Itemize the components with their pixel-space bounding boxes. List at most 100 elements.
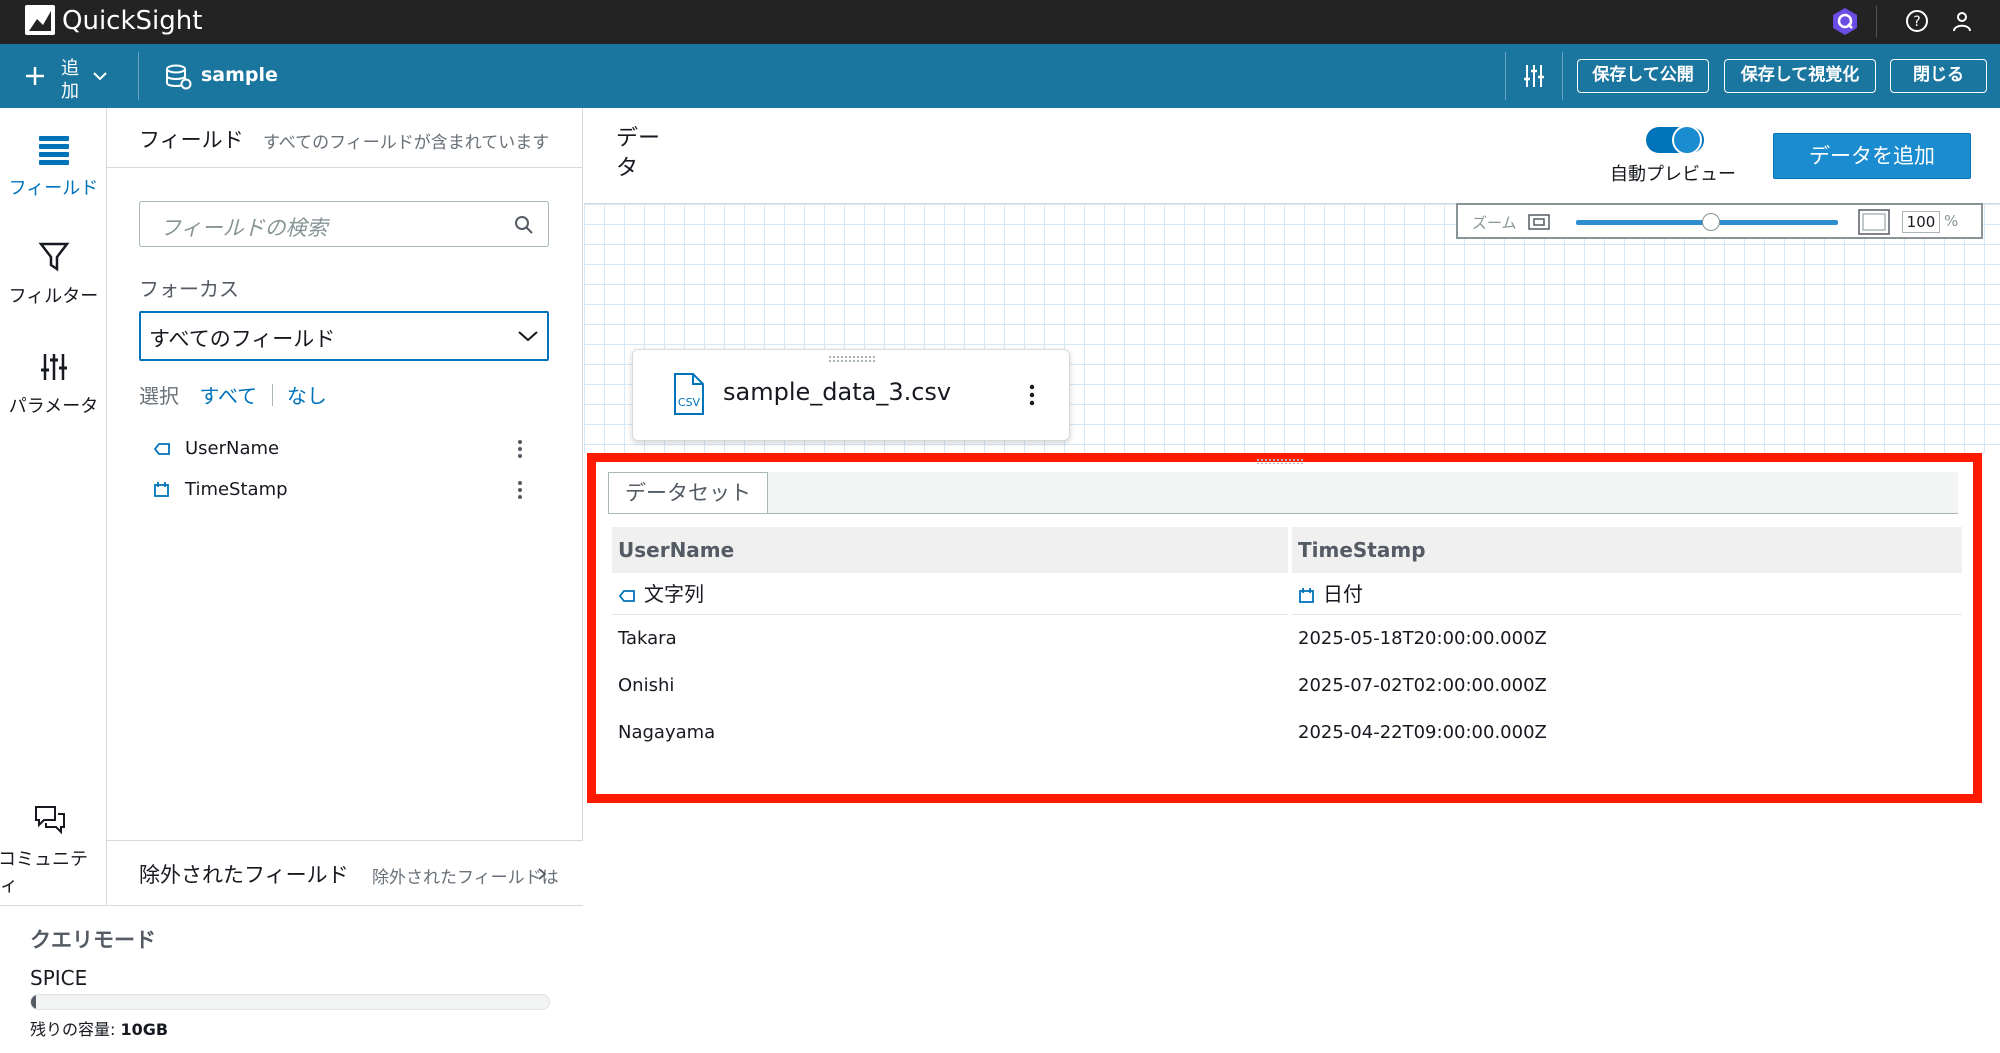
save-and-publish-button[interactable]: 保存して公開 xyxy=(1577,59,1709,93)
quicksight-logo-icon xyxy=(25,5,55,35)
field-row-username[interactable]: UserName xyxy=(147,433,547,467)
add-data-button[interactable]: データを追加 xyxy=(1773,133,1971,179)
auto-preview-toggle[interactable] xyxy=(1646,125,1704,155)
field-name: TimeStamp xyxy=(185,479,288,500)
editor-toolbar: 追 加 sample 保存して公開 保存して視覚化 閉じる xyxy=(0,44,2000,108)
query-mode-value: SPICE xyxy=(30,966,88,990)
fields-subtitle: すべてのフィールドが含まれています xyxy=(263,133,550,153)
zoom-out-icon[interactable] xyxy=(1528,214,1550,230)
date-type-icon xyxy=(154,482,169,497)
q-assistant-icon[interactable] xyxy=(1830,6,1860,40)
filter-icon xyxy=(37,242,70,272)
data-source-name: sample_data_3.csv xyxy=(723,378,952,406)
tab-strip xyxy=(768,472,1958,513)
column-type[interactable]: 文字列 xyxy=(612,573,1288,615)
plus-icon xyxy=(26,67,44,85)
search-icon xyxy=(515,216,533,234)
chevron-down-icon xyxy=(518,331,538,342)
fields-title: フィールド xyxy=(139,128,244,152)
close-button[interactable]: 閉じる xyxy=(1890,59,1987,93)
settings-sliders-icon[interactable] xyxy=(1522,63,1546,89)
zoom-slider-handle[interactable] xyxy=(1702,213,1720,231)
field-row-timestamp[interactable]: TimeStamp xyxy=(147,474,547,508)
field-search-input[interactable]: フィールドの検索 xyxy=(139,201,549,247)
rail-item-parameters[interactable]: パラメータ xyxy=(0,350,107,418)
rail-label-community: コミュニテ xyxy=(0,849,88,870)
chevron-down-icon xyxy=(93,72,107,81)
capacity-value: 10GB xyxy=(120,1020,169,1039)
select-links: 選択 すべて なし xyxy=(139,380,327,408)
excluded-fields-section[interactable]: 除外されたフィールド 除外されたフィールドは xyxy=(107,840,583,906)
focus-label: フォーカス xyxy=(139,277,239,301)
table-cell: 2025-07-02T02:00:00.000Z xyxy=(1298,675,1547,696)
query-mode-panel: クエリモード SPICE 残りの容量: 10GB xyxy=(0,905,583,1053)
capacity-bar xyxy=(30,994,550,1010)
parameters-icon xyxy=(40,354,67,380)
select-all-link[interactable]: すべて xyxy=(199,380,257,409)
tab-divider xyxy=(608,513,1958,514)
query-mode-title: クエリモード xyxy=(30,928,156,952)
select-none-link[interactable]: なし xyxy=(287,380,327,409)
field-name: UserName xyxy=(185,438,280,459)
add-label-2: 加 xyxy=(61,81,79,102)
table-cell: 2025-04-22T09:00:00.000Z xyxy=(1298,722,1547,743)
zoom-label: ズーム xyxy=(1472,214,1517,232)
app-title: QuickSight xyxy=(62,6,203,36)
zoom-value-input[interactable]: 100 xyxy=(1902,211,1940,233)
rail-label-filter: フィルター xyxy=(8,286,99,307)
rail-label-community-2: ィ xyxy=(0,875,18,896)
main-area: データ 自動プレビュー データを追加 CSV sample_data_3.csv… xyxy=(584,108,2000,1053)
table-cell: 2025-05-18T20:00:00.000Z xyxy=(1298,628,1547,649)
rail-item-community[interactable]: コミュニテ ィ xyxy=(0,803,107,897)
data-source-card[interactable]: CSV sample_data_3.csv xyxy=(632,349,1070,441)
dataset-name[interactable]: sample xyxy=(201,64,278,86)
select-label: 選択 xyxy=(139,384,179,408)
string-type-icon xyxy=(153,443,170,455)
excluded-subtitle: 除外されたフィールドは xyxy=(372,868,559,888)
save-and-visualize-button[interactable]: 保存して視覚化 xyxy=(1724,59,1876,93)
column-type-label: 文字列 xyxy=(644,582,704,606)
rail-item-fields[interactable]: フィールド xyxy=(0,132,107,200)
top-bar: QuickSight ? xyxy=(0,0,2000,44)
svg-text:CSV: CSV xyxy=(678,396,701,409)
column-header[interactable]: UserName xyxy=(612,527,1288,573)
field-menu-icon[interactable] xyxy=(517,478,523,502)
rail-item-filter[interactable]: フィルター xyxy=(0,240,107,308)
zoom-in-icon[interactable] xyxy=(1858,209,1890,235)
column-type-label: 日付 xyxy=(1323,582,1363,606)
column-type[interactable]: 日付 xyxy=(1292,573,1962,615)
focus-select[interactable]: すべてのフィールド xyxy=(139,311,549,361)
table-cell: Takara xyxy=(618,628,677,649)
date-type-icon xyxy=(1299,588,1314,603)
toolbar-divider-right-2 xyxy=(1562,52,1563,100)
add-button[interactable]: 追 加 xyxy=(16,52,116,102)
zoom-unit: % xyxy=(1944,212,1959,230)
field-menu-icon[interactable] xyxy=(517,437,523,461)
resize-handle[interactable] xyxy=(1256,458,1304,464)
toolbar-divider-right xyxy=(1505,52,1506,100)
capacity-label: 残りの容量: xyxy=(30,1020,116,1039)
top-divider xyxy=(1876,6,1877,38)
card-menu-icon[interactable] xyxy=(1029,383,1035,407)
zoom-control: ズーム 100 % xyxy=(1456,203,1983,239)
data-canvas[interactable]: CSV sample_data_3.csv xyxy=(584,203,2000,453)
rail-label-fields: フィールド xyxy=(8,178,99,199)
capacity-text: 残りの容量: 10GB xyxy=(30,1016,168,1040)
data-title: データ xyxy=(616,126,661,181)
dataset-preview-panel: データセット UserName 文字列 Takara Onishi Nagaya… xyxy=(587,453,1982,803)
capacity-bar-fill xyxy=(31,995,37,1009)
chevron-right-icon xyxy=(538,868,547,880)
user-icon[interactable] xyxy=(1950,9,1974,37)
column-header[interactable]: TimeStamp xyxy=(1292,527,1962,573)
database-icon xyxy=(166,64,192,90)
fields-icon xyxy=(38,136,69,165)
help-icon[interactable]: ? xyxy=(1905,9,1929,37)
drag-handle[interactable] xyxy=(828,355,876,363)
grid-column-timestamp: TimeStamp 日付 2025-05-18T20:00:00.000Z 20… xyxy=(1292,527,1962,756)
tab-dataset[interactable]: データセット xyxy=(608,472,768,514)
table-cell: Onishi xyxy=(618,675,675,696)
focus-select-value: すべてのフィールド xyxy=(149,327,336,351)
fields-panel: フィールド すべてのフィールドが含まれています フィールドの検索 フォーカス す… xyxy=(107,108,583,905)
toolbar-divider xyxy=(138,52,139,100)
svg-text:?: ? xyxy=(1913,14,1920,30)
